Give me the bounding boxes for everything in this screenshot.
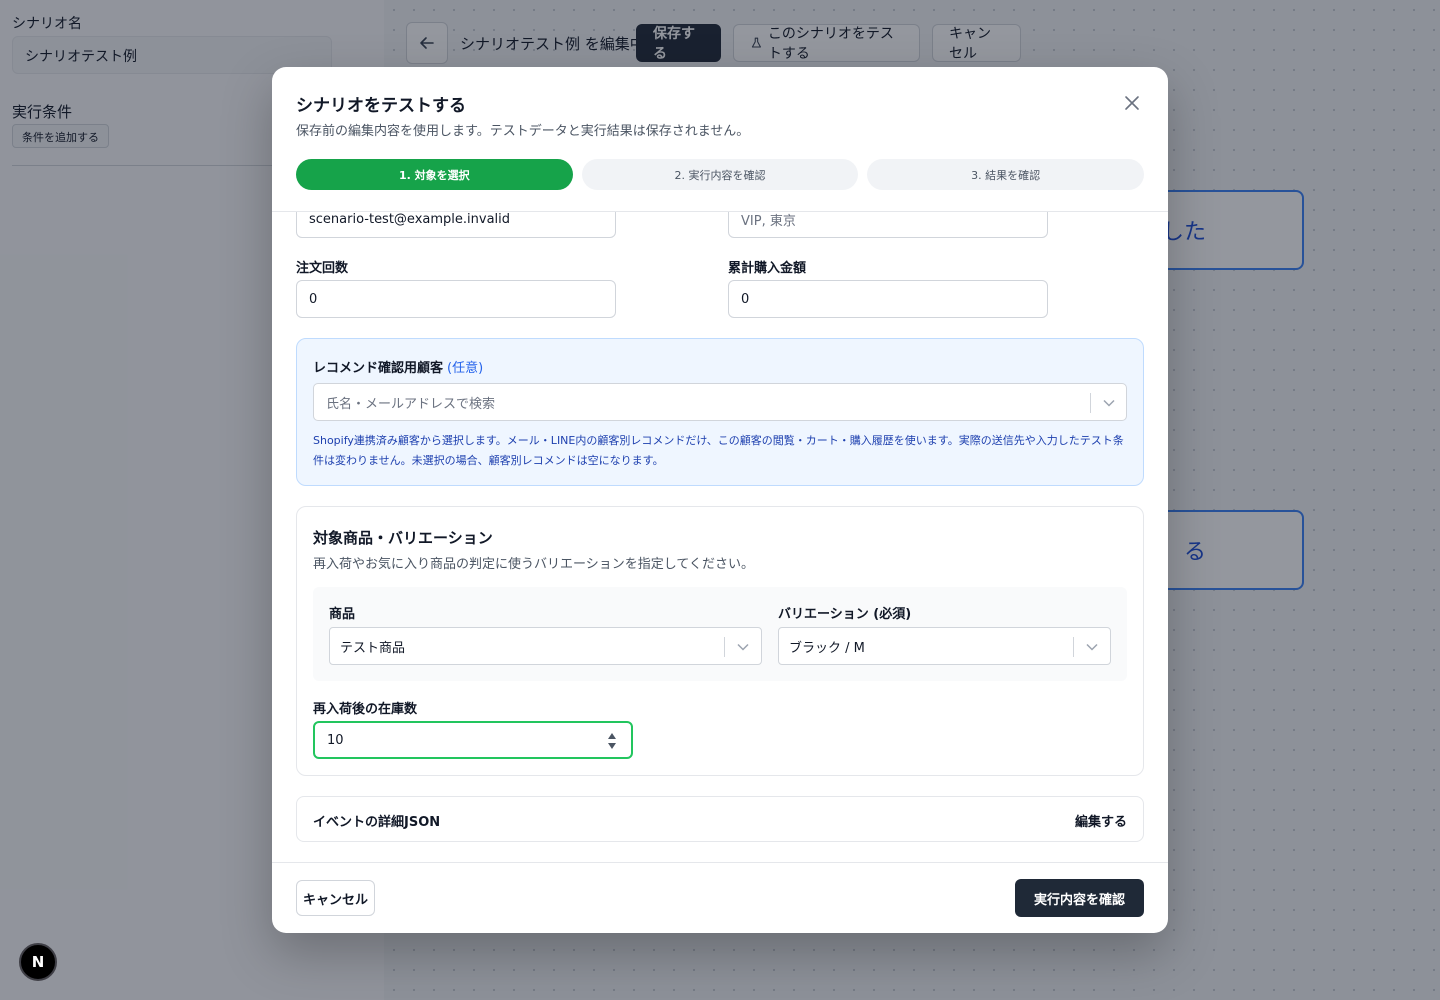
test-scenario-dialog: シナリオをテストする 保存前の編集内容を使用します。テストデータと実行結果は保存… — [272, 67, 1168, 933]
stock-value: 10 — [327, 732, 344, 748]
product-label: 商品 — [329, 607, 356, 622]
stepper: 1. 対象を選択 2. 実行内容を確認 3. 結果を確認 — [296, 159, 1145, 190]
number-spinner-icon[interactable] — [607, 731, 617, 751]
customer-search-placeholder: 氏名・メールアドレスで検索 — [326, 396, 496, 412]
product-select[interactable]: テスト商品 — [329, 627, 762, 665]
product-panel-title: 対象商品・バリエーション — [313, 529, 493, 547]
event-json-label: イベントの詳細JSON — [313, 815, 441, 830]
total-spent-label: 累計購入金額 — [728, 261, 807, 276]
product-variant-panel: 対象商品・バリエーション 再入荷やお気に入り商品の判定に使うバリエーションを指定… — [296, 506, 1144, 776]
confirm-execution-button[interactable]: 実行内容を確認 — [1015, 879, 1144, 917]
footer-divider — [272, 862, 1168, 863]
recommend-customer-panel: レコメンド確認用顧客 (任意) 氏名・メールアドレスで検索 Shopify連携済み… — [296, 338, 1144, 486]
customer-search-select[interactable]: 氏名・メールアドレスで検索 — [313, 383, 1127, 421]
variant-select[interactable]: ブラック / M — [778, 627, 1111, 665]
email-field[interactable]: scenario-test@example.invalid — [296, 212, 616, 238]
stock-number-input[interactable]: 10 — [313, 721, 633, 759]
variant-select-value: ブラック / M — [789, 640, 865, 656]
select-separator — [1090, 393, 1091, 413]
total-spent-field[interactable]: 0 — [728, 280, 1048, 318]
dialog-body[interactable]: scenario-test@example.invalid VIP, 東京 注文… — [272, 212, 1168, 862]
product-selection-box: 商品 バリエーション (必須) テスト商品 ブラック / M — [313, 587, 1127, 681]
variant-label: バリエーション (必須) — [778, 607, 912, 622]
product-select-value: テスト商品 — [340, 640, 406, 656]
chevron-down-icon — [1102, 396, 1116, 410]
tags-field[interactable]: VIP, 東京 — [728, 212, 1048, 238]
cancel-button[interactable]: キャンセル — [296, 880, 375, 916]
step-confirm-execution[interactable]: 2. 実行内容を確認 — [581, 159, 859, 190]
order-count-label: 注文回数 — [296, 261, 349, 276]
recommend-customer-title: レコメンド確認用顧客 (任意) — [313, 357, 483, 376]
product-panel-subtitle: 再入荷やお気に入り商品の判定に使うバリエーションを指定してください。 — [313, 557, 754, 572]
dialog-subtitle: 保存前の編集内容を使用します。テストデータと実行結果は保存されません。 — [296, 124, 750, 139]
edit-json-button[interactable]: 編集する — [1075, 811, 1127, 830]
next-dev-badge[interactable]: N — [19, 943, 57, 981]
optional-tag: (任意) — [447, 361, 484, 376]
dialog-title: シナリオをテストする — [296, 96, 466, 116]
event-json-row: イベントの詳細JSON 編集する — [296, 796, 1144, 842]
stock-label: 再入荷後の在庫数 — [313, 702, 418, 717]
close-icon — [1125, 96, 1139, 110]
select-separator — [724, 637, 725, 657]
step-select-target[interactable]: 1. 対象を選択 — [296, 159, 573, 190]
close-button[interactable] — [1122, 93, 1142, 113]
chevron-down-icon — [1085, 640, 1099, 654]
recommend-customer-title-text: レコメンド確認用顧客 — [313, 361, 444, 376]
order-count-field[interactable]: 0 — [296, 280, 616, 318]
select-separator — [1073, 637, 1074, 657]
chevron-down-icon — [736, 640, 750, 654]
recommend-help-text: Shopify連携済み顧客から選択します。メール・LINE内の顧客別レコメンドだ… — [313, 434, 1124, 467]
step-check-result[interactable]: 3. 結果を確認 — [867, 159, 1145, 190]
